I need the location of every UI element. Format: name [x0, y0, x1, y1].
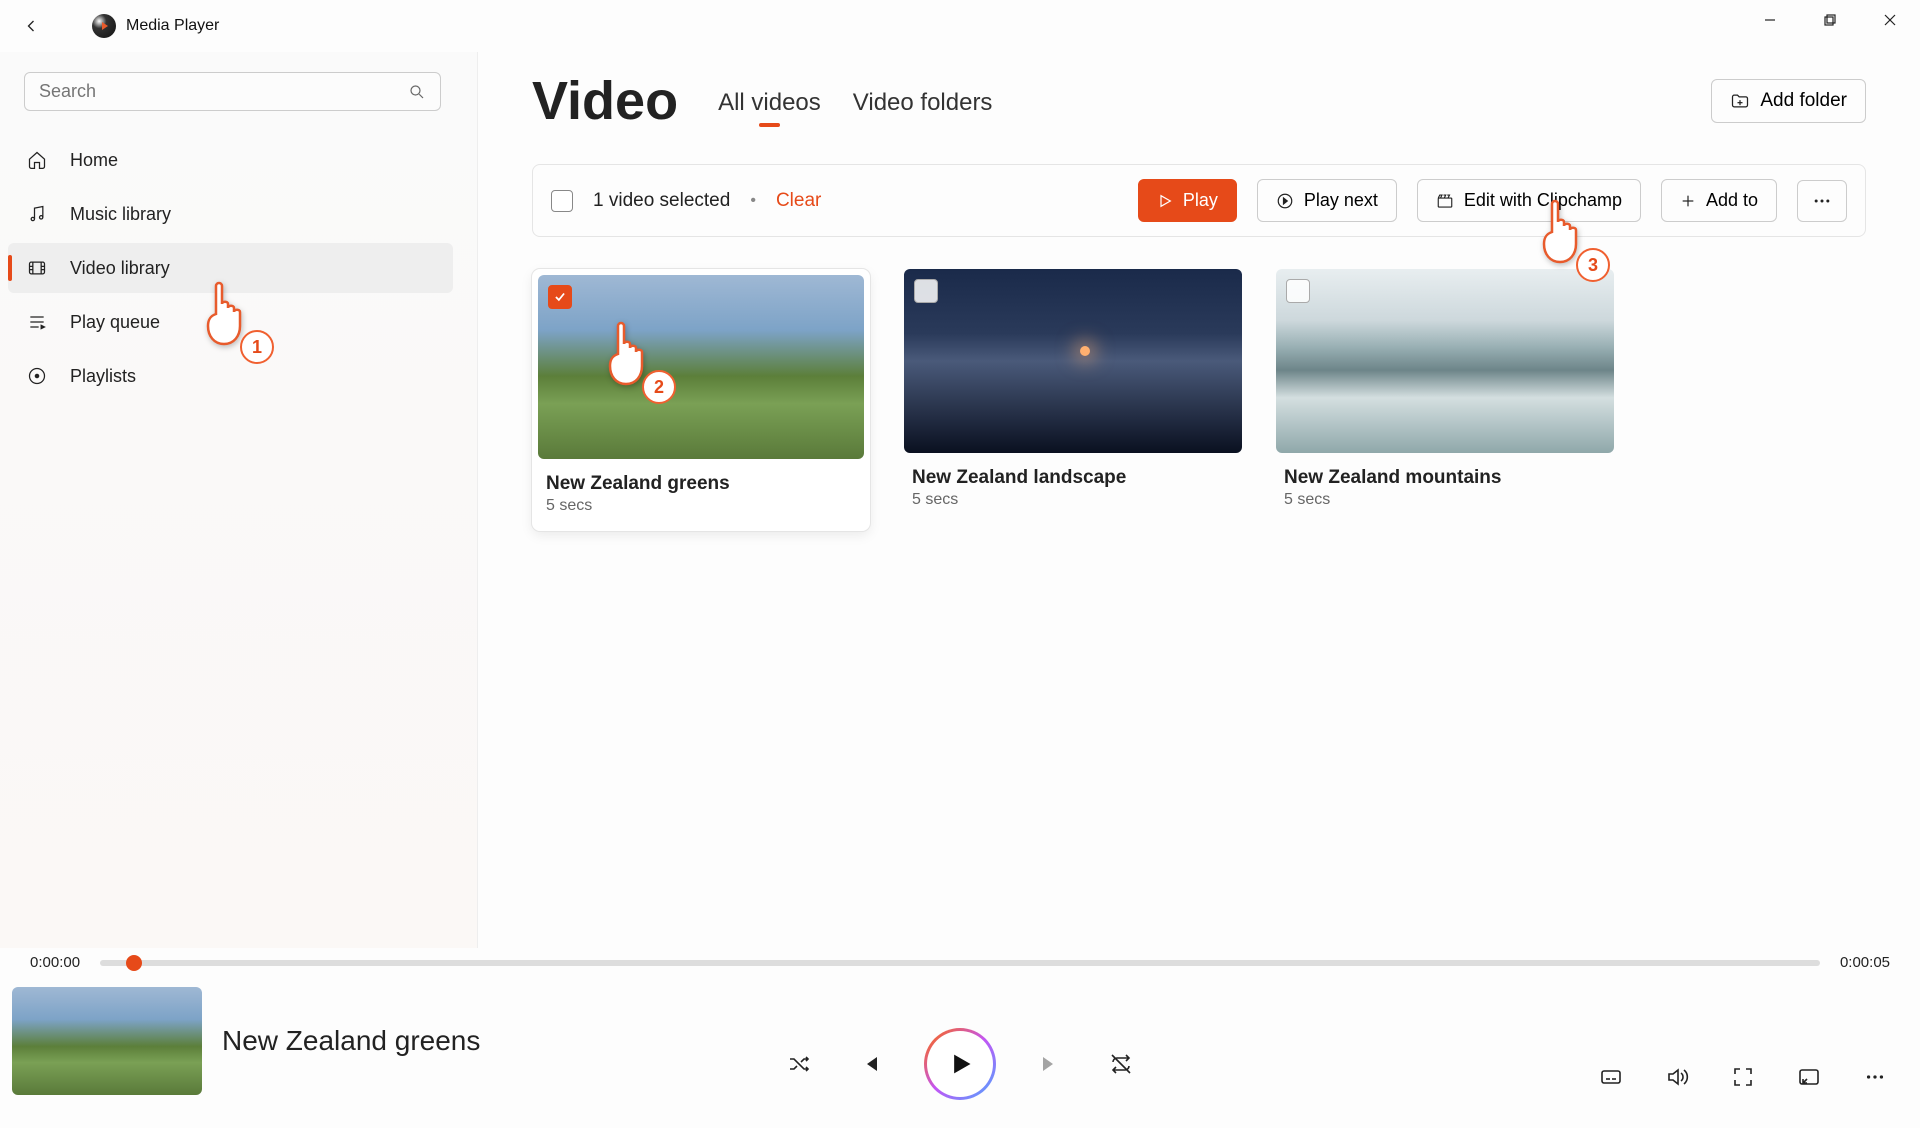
- more-icon: [1812, 191, 1832, 211]
- video-grid: New Zealand greens 5 secs New Zealand la…: [532, 269, 1866, 531]
- play-next-button[interactable]: Play next: [1257, 179, 1397, 222]
- page-title: Video: [532, 70, 678, 132]
- repeat-button[interactable]: [1106, 1049, 1136, 1079]
- home-icon: [26, 149, 48, 171]
- sidebar-item-label: Playlists: [70, 366, 136, 387]
- mini-player-button[interactable]: [1794, 1062, 1824, 1092]
- video-thumbnail: [538, 275, 864, 459]
- fullscreen-icon: [1731, 1065, 1755, 1089]
- previous-button[interactable]: [854, 1049, 884, 1079]
- next-button[interactable]: [1036, 1049, 1066, 1079]
- subtitles-button[interactable]: [1596, 1062, 1626, 1092]
- video-select-checkbox[interactable]: [914, 279, 938, 303]
- volume-icon: [1665, 1065, 1689, 1089]
- tab-all-videos[interactable]: All videos: [718, 89, 821, 127]
- check-icon: [553, 290, 567, 304]
- play-button[interactable]: Play: [1138, 179, 1237, 222]
- video-title: New Zealand landscape: [904, 467, 1242, 489]
- sidebar-item-label: Video library: [70, 258, 170, 279]
- sidebar-item-play-queue[interactable]: Play queue: [8, 297, 453, 347]
- clapperboard-icon: [1436, 192, 1454, 210]
- video-thumbnail: [904, 269, 1242, 453]
- sidebar-item-video-library[interactable]: Video library: [8, 243, 453, 293]
- seek-slider[interactable]: [100, 960, 1820, 966]
- video-duration: 5 secs: [538, 497, 864, 515]
- maximize-icon: [1823, 13, 1837, 27]
- selection-count-text: 1 video selected: [593, 190, 730, 212]
- add-to-label: Add to: [1706, 190, 1758, 211]
- seek-handle[interactable]: [126, 955, 142, 971]
- video-title: New Zealand greens: [538, 473, 864, 495]
- separator-dot: •: [750, 192, 756, 210]
- play-pause-button[interactable]: [924, 1028, 996, 1100]
- play-next-icon: [1276, 192, 1294, 210]
- queue-icon: [26, 311, 48, 333]
- shuffle-icon: [787, 1052, 811, 1076]
- video-duration: 5 secs: [1276, 491, 1614, 509]
- search-box[interactable]: [24, 72, 441, 111]
- sidebar-item-label: Music library: [70, 204, 171, 225]
- close-icon: [1883, 13, 1897, 27]
- app-title: Media Player: [126, 17, 219, 35]
- mini-player-icon: [1797, 1065, 1821, 1089]
- shuffle-button[interactable]: [784, 1049, 814, 1079]
- music-icon: [26, 203, 48, 225]
- video-thumbnail: [1276, 269, 1614, 453]
- video-title: New Zealand mountains: [1276, 467, 1614, 489]
- video-duration: 5 secs: [904, 491, 1242, 509]
- play-icon: [946, 1050, 974, 1078]
- skip-previous-icon: [857, 1052, 881, 1076]
- current-time-label: 0:00:00: [30, 954, 80, 971]
- app-logo-icon: [92, 14, 116, 38]
- more-icon: [1864, 1066, 1886, 1088]
- add-folder-button[interactable]: Add folder: [1711, 79, 1866, 123]
- now-playing-thumbnail[interactable]: [12, 987, 202, 1095]
- playlist-icon: [26, 365, 48, 387]
- video-card[interactable]: New Zealand landscape 5 secs: [904, 269, 1242, 531]
- video-select-checkbox[interactable]: [1286, 279, 1310, 303]
- sidebar-item-home[interactable]: Home: [8, 135, 453, 185]
- add-to-button[interactable]: Add to: [1661, 179, 1777, 222]
- back-button[interactable]: [10, 5, 52, 47]
- volume-button[interactable]: [1662, 1062, 1692, 1092]
- arrow-left-icon: [21, 16, 41, 36]
- minimize-button[interactable]: [1740, 0, 1800, 40]
- video-icon: [26, 257, 48, 279]
- sidebar-item-label: Play queue: [70, 312, 160, 333]
- subtitles-icon: [1599, 1065, 1623, 1089]
- plus-icon: [1680, 193, 1696, 209]
- minimize-icon: [1763, 13, 1777, 27]
- tab-video-folders[interactable]: Video folders: [853, 89, 993, 127]
- fullscreen-button[interactable]: [1728, 1062, 1758, 1092]
- video-select-checkbox[interactable]: [548, 285, 572, 309]
- sidebar-item-playlists[interactable]: Playlists: [8, 351, 453, 401]
- total-time-label: 0:00:05: [1840, 954, 1890, 971]
- play-label: Play: [1183, 190, 1218, 211]
- skip-next-icon: [1039, 1052, 1063, 1076]
- selection-checkbox[interactable]: [551, 190, 573, 212]
- clear-selection-link[interactable]: Clear: [776, 190, 821, 212]
- sidebar-item-music-library[interactable]: Music library: [8, 189, 453, 239]
- search-input[interactable]: [39, 81, 408, 102]
- transport-more-button[interactable]: [1860, 1062, 1890, 1092]
- transport-bar: 0:00:00 0:00:05 New Zealand greens: [0, 948, 1920, 1128]
- search-icon: [408, 83, 426, 101]
- add-folder-label: Add folder: [1760, 90, 1847, 112]
- repeat-off-icon: [1109, 1052, 1133, 1076]
- add-folder-icon: [1730, 91, 1750, 111]
- now-playing-title: New Zealand greens: [222, 1025, 480, 1057]
- maximize-button[interactable]: [1800, 0, 1860, 40]
- more-actions-button[interactable]: [1797, 180, 1847, 222]
- sidebar-item-label: Home: [70, 150, 118, 171]
- play-next-label: Play next: [1304, 190, 1378, 211]
- video-card[interactable]: New Zealand mountains 5 secs: [1276, 269, 1614, 531]
- edit-clipchamp-button[interactable]: Edit with Clipchamp: [1417, 179, 1641, 222]
- video-card[interactable]: New Zealand greens 5 secs: [532, 269, 870, 531]
- titlebar: Media Player: [0, 0, 1920, 52]
- edit-clipchamp-label: Edit with Clipchamp: [1464, 190, 1622, 211]
- selection-action-bar: 1 video selected • Clear Play Play next …: [532, 164, 1866, 237]
- close-button[interactable]: [1860, 0, 1920, 40]
- play-icon: [1157, 193, 1173, 209]
